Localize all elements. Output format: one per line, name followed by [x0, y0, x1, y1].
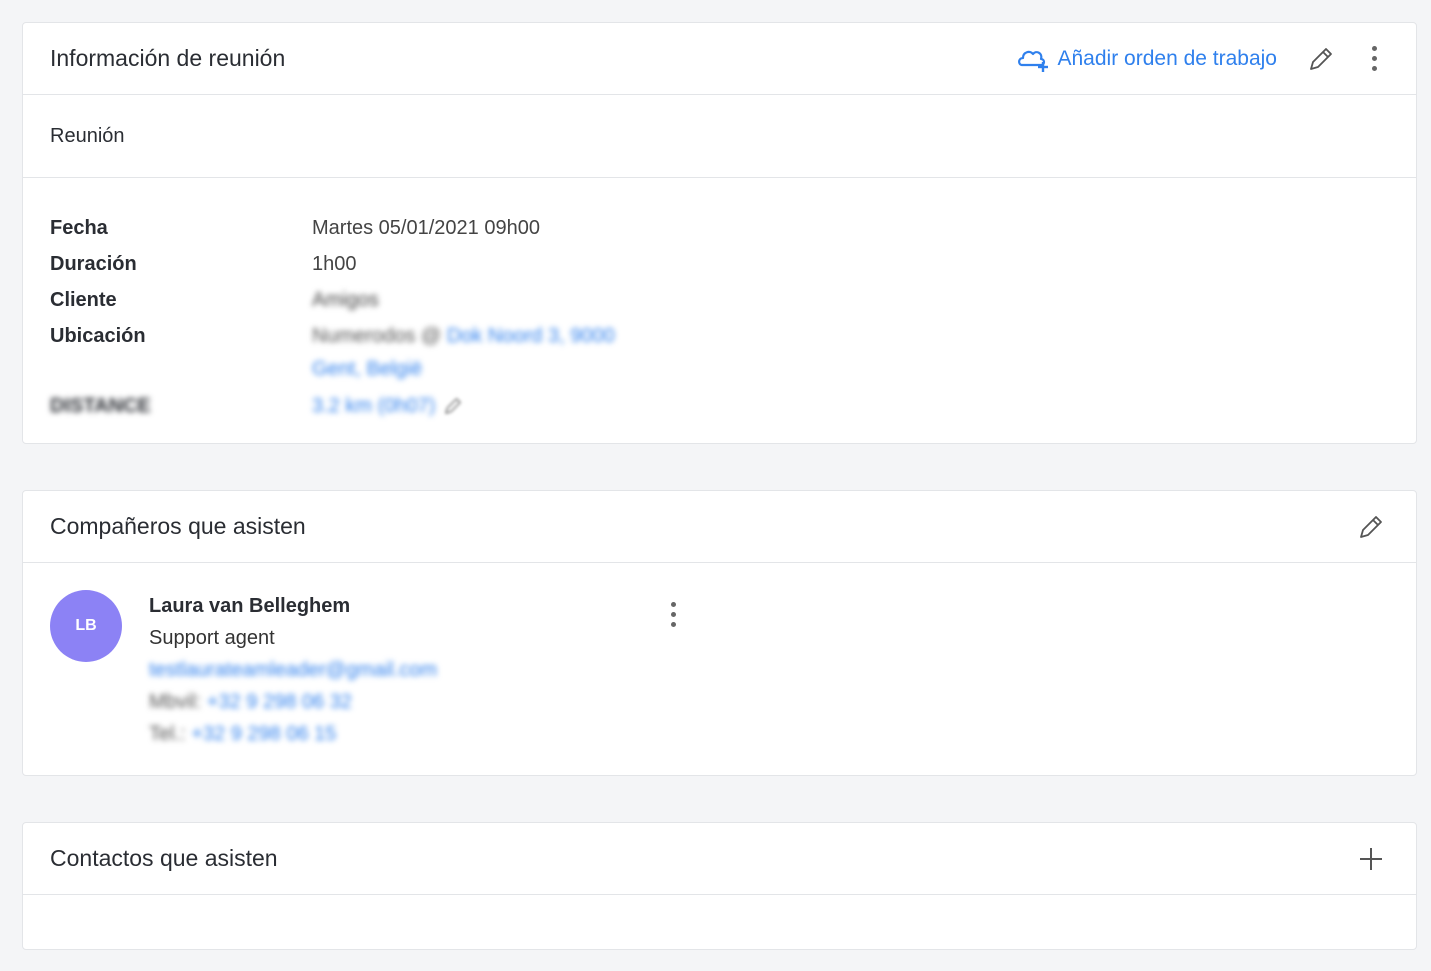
pencil-icon[interactable] — [443, 396, 463, 416]
meeting-subtitle: Reunión — [23, 95, 1416, 178]
pencil-icon — [1310, 47, 1332, 70]
kebab-icon-dot — [1371, 56, 1377, 61]
field-label: Cliente — [50, 289, 117, 311]
add-work-order-button[interactable]: Añadir orden de trabajo — [1016, 45, 1278, 73]
location-link[interactable]: Dok Noord 3, 9000 — [447, 325, 615, 347]
meeting-info-header: Información de reunión Añadir orden de t… — [23, 23, 1416, 95]
plus-icon — [1360, 847, 1382, 870]
field-row-duration: Duración 1h00 — [50, 246, 1389, 282]
field-value-date: Martes 05/01/2021 09h00 — [312, 217, 540, 239]
colleague-info: Laura van Belleghem Support agent testla… — [149, 590, 437, 750]
kebab-icon-dot — [670, 611, 676, 617]
add-contact-button[interactable] — [1353, 841, 1389, 877]
mobile-link[interactable]: +32 9 298 06 32 — [207, 691, 352, 713]
location-value: Numerodos @ Dok Noord 3, 9000 Gent, Belg… — [312, 318, 615, 384]
field-row-distance: DISTANCE 3.2 km (0h07) — [50, 388, 1389, 424]
colleague-mobile: Mbvil: +32 9 298 06 32 — [149, 686, 437, 718]
field-row-date: Fecha Martes 05/01/2021 09h00 — [50, 210, 1389, 246]
colleague-name: Laura van Belleghem — [149, 595, 351, 617]
meeting-info-title: Información de reunión — [50, 45, 286, 71]
field-label: Fecha — [50, 217, 108, 239]
pencil-icon — [1360, 515, 1382, 538]
colleague-phone: Tel.: +32 9 298 06 15 — [149, 718, 437, 750]
colleague-email-link[interactable]: testlaurateamleader@gmail.com — [149, 654, 437, 686]
colleagues-card: Compañeros que asisten LB Laura van Bell… — [22, 490, 1417, 776]
contacts-header: Contactos que asisten — [23, 823, 1416, 895]
phone-link[interactable]: +32 9 298 06 15 — [191, 723, 336, 745]
kebab-icon-dot — [1371, 66, 1377, 71]
kebab-icon-dot — [1371, 46, 1377, 51]
field-label: DISTANCE — [50, 395, 151, 417]
meeting-header-actions: Añadir orden de trabajo — [1016, 41, 1390, 77]
field-value-duration: 1h00 — [312, 253, 357, 275]
contacts-title: Contactos que asisten — [50, 845, 278, 871]
distance-link[interactable]: 3.2 km (0h07) — [312, 388, 435, 424]
add-work-order-label: Añadir orden de trabajo — [1057, 46, 1278, 70]
edit-meeting-button[interactable] — [1303, 41, 1339, 77]
mobile-label: Mbvil: — [149, 691, 202, 713]
meeting-details: Fecha Martes 05/01/2021 09h00 Duración 1… — [23, 178, 1416, 424]
kebab-icon-dot — [670, 621, 676, 627]
location-link-line2[interactable]: Gent, België — [312, 354, 615, 384]
field-label: Ubicación — [50, 325, 146, 347]
colleagues-title: Compañeros que asisten — [50, 513, 306, 539]
contacts-card: Contactos que asisten — [22, 822, 1417, 950]
colleagues-header: Compañeros que asisten — [23, 491, 1416, 563]
meeting-info-card: Información de reunión Añadir orden de t… — [22, 22, 1417, 444]
distance-value: 3.2 km (0h07) — [312, 388, 463, 424]
field-label: Duración — [50, 253, 137, 275]
edit-colleagues-button[interactable] — [1353, 509, 1389, 545]
phone-label: Tel.: — [149, 723, 186, 745]
colleague-role: Support agent — [149, 627, 275, 649]
field-row-client: Cliente Amigos — [50, 282, 1389, 318]
client-link[interactable]: Amigos — [312, 282, 379, 318]
meeting-more-button[interactable] — [1359, 41, 1389, 77]
field-row-location: Ubicación Numerodos @ Dok Noord 3, 9000 … — [50, 318, 1389, 384]
kebab-icon-dot — [670, 601, 676, 607]
colleague-item: LB Laura van Belleghem Support agent tes… — [23, 563, 1416, 750]
avatar: LB — [50, 590, 122, 662]
colleague-more-button[interactable] — [658, 596, 688, 632]
location-prefix: Numerodos @ — [312, 325, 442, 347]
cloud-plus-icon — [1017, 50, 1048, 72]
